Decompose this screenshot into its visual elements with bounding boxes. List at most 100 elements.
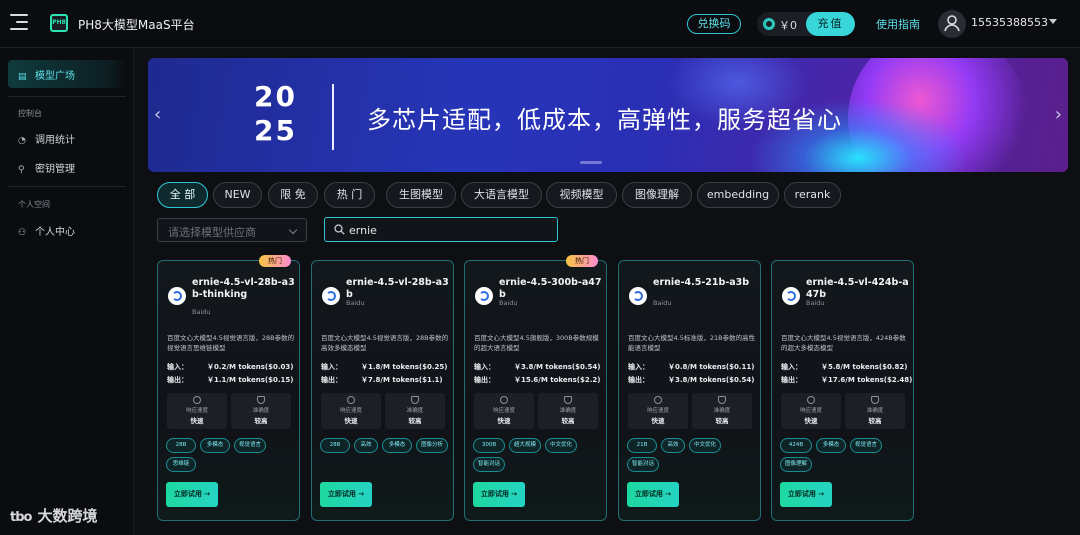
- filter-chip-rerank[interactable]: rerank: [784, 182, 841, 208]
- banner-slogan: 多芯片适配，低成本，高弹性，服务超省心: [367, 106, 842, 134]
- model-card[interactable]: 热门 ernie-4.5-vl-28b-a3b-thinking Baidu 百…: [157, 255, 300, 521]
- accuracy-metric: 准确度 较高: [538, 393, 598, 429]
- model-card[interactable]: ernie-4.5-21b-a3b Baidu 百度文心大模型4.5标准版，21…: [618, 260, 761, 521]
- model-provider: Baidu: [192, 308, 211, 316]
- search-box[interactable]: [324, 217, 558, 242]
- input-price: ￥1.8/M tokens($0.25): [361, 363, 448, 371]
- recharge-button[interactable]: 充值: [806, 12, 855, 36]
- filter-chip-image-understanding[interactable]: 图像理解: [622, 182, 692, 208]
- price-label: 输入：: [628, 363, 649, 371]
- model-name[interactable]: ernie-4.5-vl-28b-a3b: [346, 277, 450, 301]
- try-now-button[interactable]: 立即试用 →: [780, 482, 832, 507]
- shield-icon: [257, 396, 265, 404]
- model-tag[interactable]: 28B: [166, 438, 196, 453]
- model-tag[interactable]: 多模态: [200, 438, 230, 453]
- model-name[interactable]: ernie-4.5-vl-424b-a47b: [806, 277, 910, 301]
- sidebar-item-key-management[interactable]: ⚲ 密钥管理: [18, 160, 75, 175]
- model-tag[interactable]: 424B: [780, 438, 812, 453]
- output-price: ￥1.1/M tokens($0.15): [207, 376, 294, 384]
- baidu-logo-icon: [475, 287, 493, 305]
- clock-icon: [347, 396, 355, 404]
- input-price: ￥5.8/M tokens($0.82): [821, 363, 908, 371]
- model-tag[interactable]: 视觉语言: [234, 438, 266, 453]
- filter-chip-free[interactable]: 限 免: [268, 182, 318, 208]
- filter-chip-image-gen[interactable]: 生图模型: [386, 182, 456, 208]
- menu-icon[interactable]: [10, 14, 28, 30]
- model-name[interactable]: ernie-4.5-300b-a47b: [499, 277, 603, 301]
- model-tag[interactable]: 图像理解: [780, 457, 812, 472]
- model-tag[interactable]: 300B: [473, 438, 505, 453]
- sidebar-item-usage-stats[interactable]: ◔ 调用统计: [18, 131, 75, 146]
- price-label: 输入：: [167, 363, 188, 371]
- promo-banner[interactable]: ‹ 20 25 多芯片适配，低成本，高弹性，服务超省心 ›: [148, 58, 1068, 172]
- model-tag[interactable]: 思维链: [166, 457, 196, 472]
- model-tag[interactable]: 智能对话: [627, 457, 659, 472]
- output-price: ￥3.8/M tokens($0.54): [668, 376, 755, 384]
- model-tag[interactable]: 智能对话: [473, 457, 505, 472]
- model-card[interactable]: ernie-4.5-vl-424b-a47b Baidu 百度文心大模型4.5视…: [771, 260, 914, 521]
- filter-chip-all[interactable]: 全 部: [157, 182, 208, 208]
- output-price: ￥15.6/M tokens($2.2): [514, 376, 601, 384]
- model-card[interactable]: ernie-4.5-vl-28b-a3b Baidu 百度文心大模型4.5视觉语…: [311, 260, 454, 521]
- model-tag[interactable]: 多模态: [816, 438, 846, 453]
- filter-chip-new[interactable]: NEW: [213, 182, 262, 208]
- banner-divider: [332, 84, 334, 150]
- model-tag[interactable]: 视觉语言: [850, 438, 882, 453]
- sidebar-item-model-square[interactable]: ▤ 模型广场: [8, 60, 126, 88]
- clock-icon: [654, 396, 662, 404]
- user-guide-link[interactable]: 使用指南: [876, 16, 920, 32]
- model-tag[interactable]: 超大规模: [509, 438, 541, 453]
- user-phone[interactable]: 15535388553: [971, 16, 1048, 29]
- try-now-button[interactable]: 立即试用 →: [320, 482, 372, 507]
- speed-metric: 响应速度 快速: [781, 393, 841, 429]
- model-tag[interactable]: 中文优化: [689, 438, 721, 453]
- clock-icon: [500, 396, 508, 404]
- price-label: 输出：: [628, 376, 649, 384]
- chevron-down-icon[interactable]: [1049, 19, 1057, 24]
- model-name[interactable]: ernie-4.5-vl-28b-a3b-thinking: [192, 277, 296, 301]
- price-label: 输出：: [781, 376, 802, 384]
- model-tag[interactable]: 中文优化: [545, 438, 577, 453]
- redeem-code-button[interactable]: 兑换码: [687, 14, 741, 34]
- input-price: ￥0.8/M tokens($0.11): [668, 363, 755, 371]
- output-price: ￥7.8/M tokens($1.1): [361, 376, 443, 384]
- coin-icon: [763, 18, 775, 30]
- baidu-logo-icon: [322, 287, 340, 305]
- model-card[interactable]: 热门 ernie-4.5-300b-a47b Baidu 百度文心大模型4.5旗…: [464, 255, 607, 521]
- sidebar: ▤ 模型广场 控制台 ◔ 调用统计 ⚲ 密钥管理 个人空间 ⚇ 个人中心: [0, 48, 134, 535]
- carousel-indicator[interactable]: [580, 161, 602, 164]
- price-label: 输入：: [321, 363, 342, 371]
- chevron-left-icon[interactable]: ‹: [154, 104, 161, 125]
- model-provider: Baidu: [806, 299, 825, 307]
- model-tag[interactable]: 高效: [354, 438, 378, 453]
- input-price: ￥3.8/M tokens($0.54): [514, 363, 601, 371]
- try-now-button[interactable]: 立即试用 →: [627, 482, 679, 507]
- clock-icon: [807, 396, 815, 404]
- hot-badge: 热门: [259, 255, 291, 267]
- model-tag[interactable]: 图像分析: [416, 438, 448, 453]
- model-tag[interactable]: 21B: [627, 438, 657, 453]
- user-icon: [944, 15, 960, 32]
- sidebar-item-personal-center[interactable]: ⚇ 个人中心: [18, 223, 75, 238]
- model-provider: Baidu: [499, 299, 518, 307]
- sidebar-section-personal: 个人空间: [18, 200, 50, 209]
- speed-metric: 响应速度 快速: [474, 393, 534, 429]
- filter-chip-embedding[interactable]: embedding: [697, 182, 779, 208]
- sidebar-item-label: 模型广场: [35, 71, 75, 82]
- sidebar-item-label: 调用统计: [35, 135, 75, 146]
- search-input[interactable]: [349, 221, 549, 239]
- filter-chip-video[interactable]: 视频模型: [546, 182, 617, 208]
- filter-chip-llm[interactable]: 大语言模型: [461, 182, 542, 208]
- model-name[interactable]: ernie-4.5-21b-a3b: [653, 277, 757, 289]
- avatar[interactable]: [938, 10, 966, 38]
- model-tag[interactable]: 多模态: [382, 438, 412, 453]
- filter-chip-hot[interactable]: 热 门: [324, 182, 375, 208]
- provider-select[interactable]: 请选择模型供应商: [157, 218, 307, 242]
- price-label: 输出：: [474, 376, 495, 384]
- chevron-right-icon[interactable]: ›: [1055, 104, 1062, 125]
- try-now-button[interactable]: 立即试用 →: [166, 482, 218, 507]
- try-now-button[interactable]: 立即试用 →: [473, 482, 525, 507]
- model-tag[interactable]: 高效: [661, 438, 685, 453]
- model-tag[interactable]: 28B: [320, 438, 350, 453]
- model-description: 百度文心大模型4.5旗舰版，300B参数规模的超大语言模型: [474, 334, 599, 352]
